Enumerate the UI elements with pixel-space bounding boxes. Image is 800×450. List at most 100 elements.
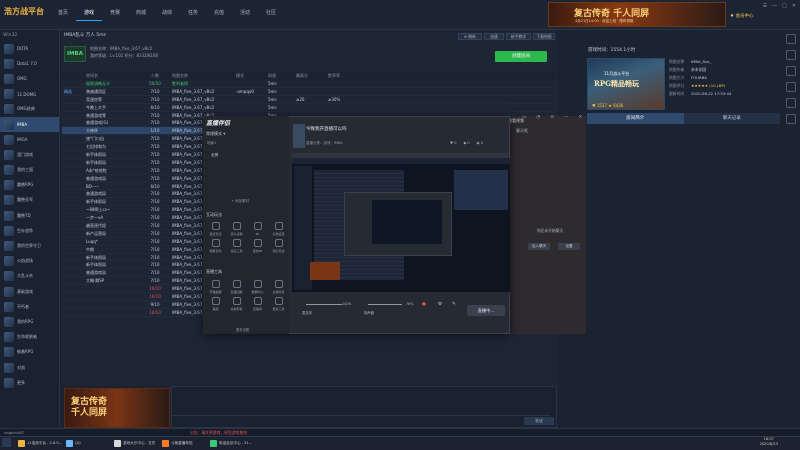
taskbar-item[interactable]: QQ: [66, 437, 81, 449]
message-icon[interactable]: [786, 50, 796, 60]
app-logo[interactable]: 浩方战平台: [4, 6, 46, 22]
source-item[interactable]: 全屏: [211, 153, 218, 158]
sidebar-item[interactable]: Dota1 7.0: [0, 56, 59, 71]
col-score[interactable]: 最高分: [296, 72, 328, 80]
interact-item[interactable]: 观众点歌: [227, 222, 246, 236]
nav-competition[interactable]: 竞赛: [102, 9, 128, 21]
interact-item[interactable]: 观众玩法: [269, 239, 288, 253]
bell-icon[interactable]: ◔: [536, 115, 540, 120]
settings-icon[interactable]: ✎: [452, 302, 456, 307]
sidebar-item[interactable]: 基础游戏: [0, 284, 59, 299]
interact-item[interactable]: 连麦玩法: [206, 222, 225, 236]
sidebar-item[interactable]: 大乱斗杂: [0, 269, 59, 284]
sidebar-item[interactable]: 对战: [0, 360, 59, 375]
sidebar-item[interactable]: OMG经典: [0, 102, 59, 117]
mic-slider[interactable]: [306, 304, 342, 305]
tutorial-button[interactable]: 新手教学: [506, 33, 531, 40]
record-icon[interactable]: ●: [422, 302, 426, 307]
nav-shop[interactable]: 商城: [128, 9, 154, 21]
gear-icon[interactable]: ⚙: [438, 302, 442, 307]
stream-thumbnail[interactable]: [293, 124, 305, 148]
sidebar-item[interactable]: 生命收割者: [0, 330, 59, 345]
sidebar-item[interactable]: 更多: [0, 375, 59, 390]
col-room-name[interactable]: 房间名: [86, 72, 138, 80]
close-icon[interactable]: ✕: [792, 3, 796, 9]
interact-item[interactable]: 连线PK: [248, 239, 267, 253]
sidebar-item[interactable]: 我的RPG: [0, 314, 59, 329]
tool-item[interactable]: 美颜: [206, 297, 225, 311]
sidebar-item[interactable]: IMBA: [0, 116, 59, 133]
col-count[interactable]: 人数: [138, 72, 172, 80]
tool-item[interactable]: 更多工具: [269, 297, 288, 311]
chat-settings-button[interactable]: 设置: [558, 243, 580, 250]
sidebar-item[interactable]: 偷着RPG: [0, 345, 59, 360]
taskbar-item[interactable]: 游戏大厅中心 - 文件: [114, 437, 155, 449]
settings-icon[interactable]: [786, 66, 796, 76]
nav-events[interactable]: 活动: [232, 9, 258, 21]
start-icon[interactable]: [2, 438, 11, 447]
user-name[interactable]: uagoin467: [4, 430, 24, 435]
sidebar-item[interactable]: 11.DOMG: [0, 87, 59, 102]
mode-select[interactable]: 常规模式 ▾: [206, 131, 225, 137]
create-room-button[interactable]: 创建房间: [495, 51, 547, 62]
sidebar-item[interactable]: 魔兽TD: [0, 208, 59, 223]
vip-center-link[interactable]: ♦ 会员中心: [730, 13, 753, 19]
nav-recharge[interactable]: 充值: [206, 9, 232, 21]
sidebar-item[interactable]: 火焰战场: [0, 254, 59, 269]
menu-icon[interactable]: ≡: [550, 115, 554, 120]
create-tool-button[interactable]: 创建: [484, 33, 504, 40]
nav-records[interactable]: 战绩: [154, 9, 180, 21]
tab-chat-log[interactable]: 聊天记录: [683, 113, 780, 124]
col-mode[interactable]: 模式: [236, 72, 268, 80]
table-row[interactable]: 竞速房等 7/10 IMBA_five_3.67_vBc2 5ms ≥20 ≥30%: [62, 96, 556, 104]
nav-tasks[interactable]: 任务: [180, 9, 206, 21]
more-settings-button[interactable]: 更多设置: [236, 327, 249, 332]
tool-item[interactable]: 主播任务: [269, 280, 288, 294]
sidebar-item[interactable]: 生存战争: [0, 223, 59, 238]
stream-title[interactable]: 今晚我开直播可以吗: [306, 126, 347, 132]
refresh-button[interactable]: ⟳ 刷新: [458, 33, 482, 40]
top-ad-banner[interactable]: 复古传奇 千人同屏 4月21日14:00 · 欢迎上线 · 限时领取: [548, 2, 726, 27]
sidebar-item[interactable]: 澄门游戏: [0, 147, 59, 162]
col-winrate[interactable]: 胜率率: [328, 72, 368, 80]
nav-home[interactable]: 首页: [50, 9, 76, 21]
interact-item[interactable]: 连麦工具: [227, 239, 246, 253]
sidebar-item[interactable]: OMG: [0, 71, 59, 86]
sidebar-item[interactable]: 我的世界守卫: [0, 238, 59, 253]
scene-tab[interactable]: 场景1: [207, 141, 216, 146]
sidebar-item[interactable]: 魔兽RPG: [0, 178, 59, 193]
add-source-button[interactable]: + 添加素材: [231, 199, 249, 204]
tool-item[interactable]: 直播回放: [227, 280, 246, 294]
col-map[interactable]: 地图名称: [172, 72, 236, 80]
tool-item[interactable]: 开播提醒: [206, 280, 225, 294]
live-status-button[interactable]: 直播中...: [467, 305, 505, 316]
speaker-slider[interactable]: [368, 304, 402, 305]
tool-item[interactable]: 虚拟形象: [227, 297, 246, 311]
table-row[interactable]: 极限流畅无卡 50/50 胜利者榜 5ms: [62, 80, 556, 88]
sidebar-item[interactable]: 不朽者: [0, 299, 59, 314]
download-map-button[interactable]: 下载地图: [533, 33, 555, 40]
table-row[interactable]: 今晚上大手 6/10 IMBA_five_3.67_vBc2 5ms: [62, 104, 556, 112]
col-tag[interactable]: [62, 72, 86, 80]
chat-icon[interactable]: ▭: [522, 115, 526, 120]
close-icon[interactable]: ✕: [578, 115, 582, 120]
tab-room-intro[interactable]: 房间简介: [587, 113, 684, 124]
chat-input[interactable]: [172, 415, 550, 427]
interact-item[interactable]: 礼物设置: [269, 222, 288, 236]
nav-games[interactable]: 游戏: [76, 9, 102, 21]
join-chat-button[interactable]: 加入聊天: [528, 243, 550, 250]
game-promo-card[interactable]: 11月战斗平台 RPG精品畅玩 ♥ 1527 ★ 6436: [587, 58, 665, 110]
taskbar-item[interactable]: 11浩战平台 - 2.6.0...: [18, 437, 62, 449]
taskbar-item[interactable]: 斗鱼直播伴侣: [162, 437, 193, 449]
interact-item[interactable]: 弹幕互动: [206, 239, 225, 253]
group-icon[interactable]: [786, 82, 796, 92]
trophy-icon[interactable]: [786, 98, 796, 108]
sidebar-item[interactable]: DOTA: [0, 41, 59, 56]
maximize-icon[interactable]: □: [782, 3, 787, 9]
friends-icon[interactable]: [786, 34, 796, 44]
interact-item[interactable]: PK: [248, 222, 267, 236]
send-button[interactable]: 发送: [524, 417, 554, 425]
sidebar-item[interactable]: 我的三国: [0, 163, 59, 178]
bottom-ad-banner[interactable]: 复古传奇 千人同屏: [64, 388, 170, 428]
minimize-icon[interactable]: —: [564, 115, 569, 120]
